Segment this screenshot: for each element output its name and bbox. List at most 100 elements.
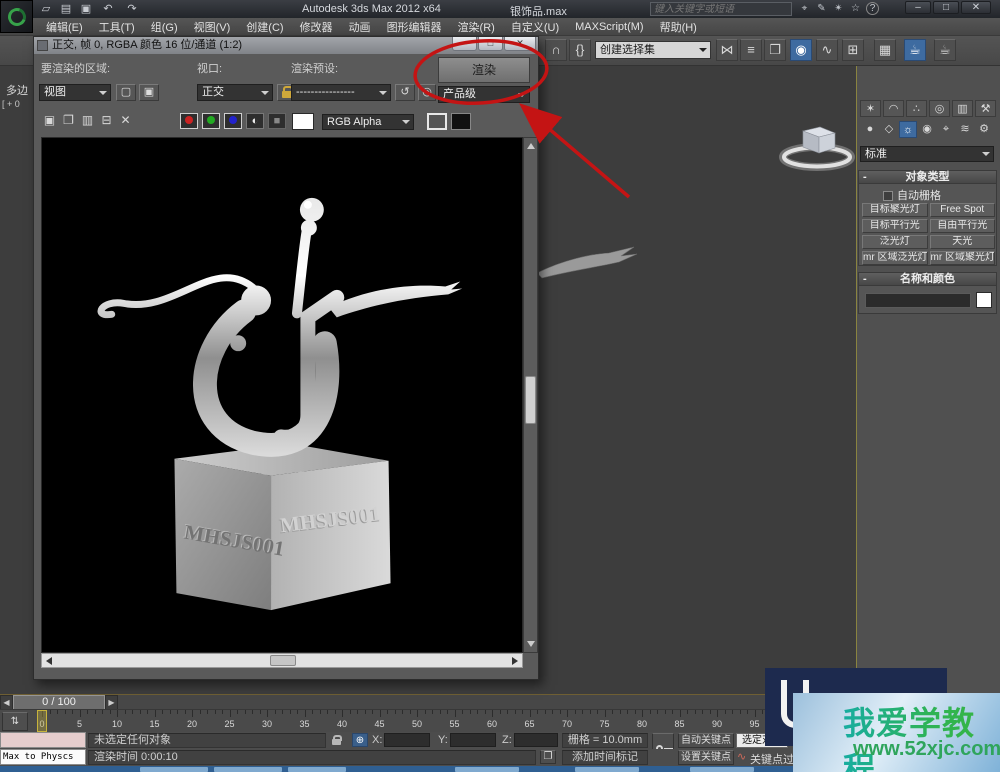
taskbar-button[interactable] (455, 767, 519, 772)
tab-modify[interactable]: ◠ (883, 100, 904, 117)
render-button[interactable]: 渲染 (438, 57, 530, 83)
vertical-scroll-thumb[interactable] (525, 376, 536, 424)
region-dropdown[interactable]: 视图 (39, 84, 111, 101)
new-file-icon[interactable]: ▱ (38, 2, 54, 16)
rfw-minimize-button[interactable]: – (452, 37, 477, 51)
horizontal-scrollbar[interactable] (41, 653, 523, 668)
menu-item[interactable]: 动画 (341, 19, 379, 35)
taskbar-button[interactable] (214, 767, 282, 772)
app-logo[interactable] (0, 0, 33, 33)
scroll-left-icon[interactable] (46, 657, 52, 665)
menu-item[interactable]: 创建(C) (238, 19, 291, 35)
render-window-titlebar[interactable]: 正交, 帧 0, RGBA 颜色 16 位/通道 (1:2) – □ ✕ (34, 37, 538, 54)
scroll-down-icon[interactable] (527, 641, 535, 647)
object-type-button[interactable]: 目标聚光灯 (862, 203, 928, 217)
viewport-dropdown[interactable]: 正交 (197, 84, 273, 101)
redo-icon[interactable]: ↷ (124, 2, 140, 16)
auto-key-button[interactable]: 自动关键点 (678, 733, 734, 748)
menu-item[interactable]: 渲染(R) (450, 19, 503, 35)
x-coordinate-field[interactable] (384, 733, 430, 747)
tab-motion[interactable]: ◎ (929, 100, 950, 117)
menu-item[interactable]: 视图(V) (186, 19, 239, 35)
tab-create[interactable]: ✶ (860, 100, 881, 117)
autogrid-checkbox[interactable] (883, 191, 893, 201)
object-type-button[interactable]: Free Spot (930, 203, 996, 217)
time-slider[interactable]: 0 / 100 (13, 695, 105, 710)
category-spacewarps-icon[interactable]: ≋ (956, 121, 974, 138)
object-type-button[interactable]: mr 区域泛光灯 (862, 251, 928, 265)
blue-channel-icon[interactable] (224, 113, 242, 129)
category-cameras-icon[interactable]: ◉ (918, 121, 936, 138)
menu-item[interactable]: 修改器 (292, 19, 341, 35)
menu-item[interactable]: 自定义(U) (503, 19, 567, 35)
communication-icon[interactable]: ✴ (831, 2, 846, 16)
viewcube[interactable] (776, 118, 858, 174)
search-input[interactable] (650, 2, 792, 16)
schematic-view-icon[interactable]: ⊞ (842, 39, 864, 61)
selection-lock-toggle-icon[interactable] (332, 736, 341, 748)
red-channel-icon[interactable] (180, 113, 198, 129)
object-type-button[interactable]: 天光 (930, 235, 996, 249)
object-type-button[interactable]: 目标平行光 (862, 219, 928, 233)
clone-window-icon[interactable]: ▥ (79, 113, 96, 129)
clear-image-icon[interactable]: ✕ (117, 113, 134, 129)
z-coordinate-field[interactable] (514, 733, 558, 747)
object-type-header[interactable]: - 对象类型 (859, 171, 996, 184)
background-color-swatch[interactable] (292, 113, 314, 130)
alpha-channel-icon[interactable]: ◐ (246, 113, 264, 129)
channel-display-dropdown[interactable]: RGB Alpha (322, 114, 414, 130)
maxscript-mini-listener[interactable]: Max to Physcs ( (0, 749, 86, 765)
save-image-icon[interactable]: ▣ (41, 113, 58, 129)
menu-item[interactable]: MAXScript(M) (567, 21, 651, 33)
render-setup-icon[interactable]: ▦ (874, 39, 896, 61)
rfw-close-button[interactable]: ✕ (504, 37, 536, 51)
next-frame-icon[interactable]: ▶ (105, 695, 118, 710)
curve-editor-icon[interactable]: ∿ (816, 39, 838, 61)
menu-item[interactable]: 工具(T) (91, 19, 143, 35)
time-tag-icon[interactable]: ❐ (540, 750, 556, 764)
preset-load-icon[interactable]: ↺ (395, 84, 415, 101)
favorites-star-icon[interactable]: ☆ (848, 2, 863, 16)
help-icon[interactable]: ? (866, 2, 879, 15)
toggle-ui-icon[interactable] (451, 113, 471, 130)
taskbar-button[interactable] (575, 767, 639, 772)
open-file-icon[interactable]: ▤ (58, 2, 74, 16)
category-lights-icon[interactable]: ☼ (899, 121, 917, 138)
object-type-button[interactable]: 泛光灯 (862, 235, 928, 249)
tab-display[interactable]: ▥ (952, 100, 973, 117)
rfw-maximize-button[interactable]: □ (478, 37, 503, 51)
scroll-up-icon[interactable] (527, 143, 535, 149)
green-channel-icon[interactable] (202, 113, 220, 129)
category-helpers-icon[interactable]: ⌖ (937, 121, 955, 138)
maximize-button[interactable]: □ (933, 1, 959, 14)
selection-set-dropdown[interactable]: 创建选择集 (595, 41, 711, 59)
mirror-icon[interactable]: ⋈ (716, 39, 738, 61)
preset-target-icon[interactable]: ◎ (418, 84, 436, 101)
maxscript-mini-listener-pink[interactable] (0, 732, 86, 748)
rendered-frame-window-icon[interactable]: ☕ (904, 39, 926, 61)
menu-item[interactable]: 编辑(E) (38, 19, 91, 35)
scroll-right-icon[interactable] (512, 657, 518, 665)
copy-image-icon[interactable]: ❐ (60, 113, 77, 129)
key-filters-button[interactable]: 关键点过 (750, 751, 794, 767)
search-icon[interactable]: ⌖ (797, 2, 812, 16)
autogrid-row[interactable]: 自动栅格 (883, 187, 941, 203)
y-coordinate-field[interactable] (450, 733, 496, 747)
named-selection-sets-icon[interactable]: {} (569, 39, 591, 61)
ribbon-tab-label[interactable]: 多边 (6, 82, 28, 98)
align-icon[interactable]: ≡ (740, 39, 762, 61)
undo-icon[interactable]: ↶ (100, 2, 116, 16)
category-shapes-icon[interactable]: ◇ (880, 121, 898, 138)
render-production-icon[interactable]: ☕ (934, 39, 956, 61)
tab-utilities[interactable]: ⚒ (975, 100, 996, 117)
auto-region-icon[interactable]: ▣ (139, 84, 159, 101)
category-geometry-icon[interactable]: ● (861, 121, 879, 138)
taskbar-button[interactable] (690, 767, 754, 772)
pen-icon[interactable]: ✎ (814, 2, 829, 16)
toggle-ui-overlays-icon[interactable] (427, 113, 447, 130)
layer-manager-icon[interactable]: ❐ (764, 39, 786, 61)
light-category-dropdown[interactable]: 标准 (860, 146, 994, 162)
menu-item[interactable]: 帮助(H) (652, 19, 705, 35)
preset-dropdown[interactable]: ---------------- (291, 84, 391, 101)
render-mode-dropdown[interactable]: 产品级 (438, 86, 530, 103)
